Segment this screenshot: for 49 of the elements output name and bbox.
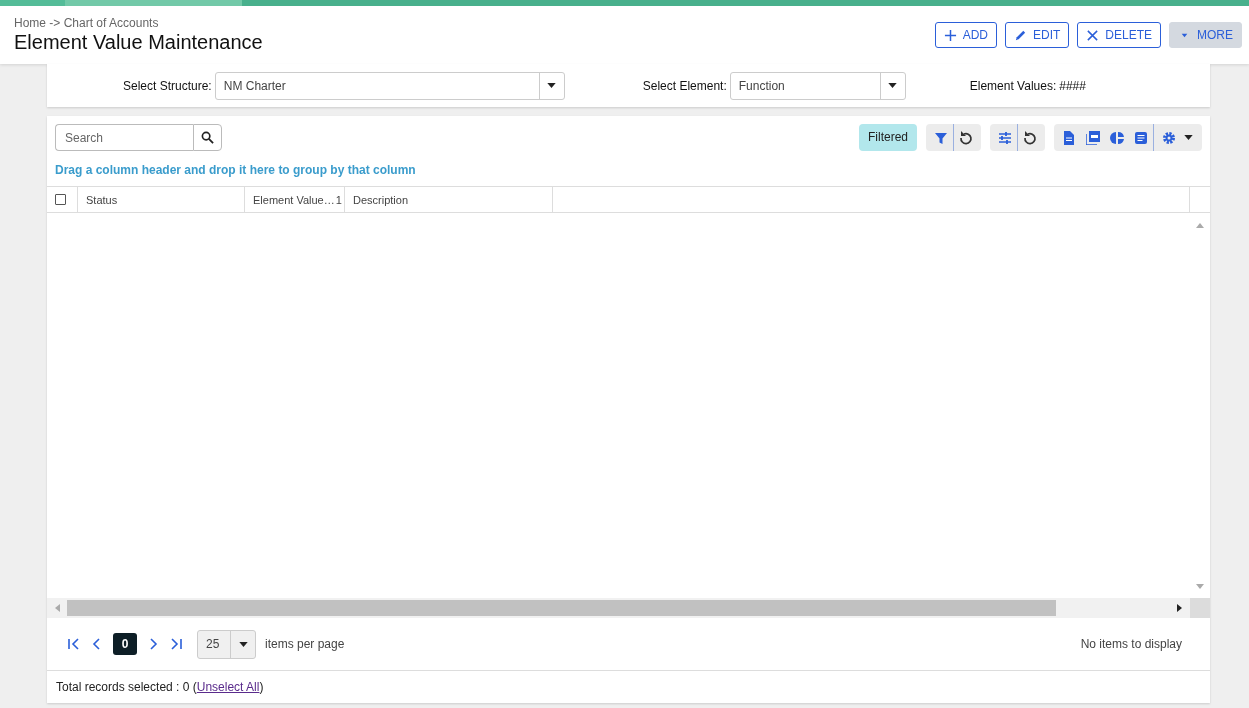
group-hint: Drag a column header and drop it here to group by that column bbox=[55, 163, 416, 177]
field-label: Select Element: bbox=[642, 78, 727, 93]
search-button[interactable] bbox=[193, 124, 222, 151]
list-icon bbox=[1134, 130, 1148, 145]
field-label: Select Structure: bbox=[123, 78, 212, 93]
column-header[interactable]: Status bbox=[86, 193, 118, 206]
edit-button[interactable]: EDIT bbox=[1004, 22, 1070, 48]
caret-icon bbox=[1184, 135, 1193, 140]
first-page-icon[interactable] bbox=[67, 637, 81, 651]
field-label: Element Values: bbox=[969, 78, 1057, 93]
document-icon bbox=[1062, 130, 1076, 145]
pdf-icon bbox=[1086, 130, 1100, 145]
page-size-label: items per page bbox=[265, 637, 345, 651]
count-value: #### bbox=[1059, 78, 1086, 93]
pencil-icon bbox=[1013, 28, 1027, 42]
page-size-dropdown[interactable]: 25 bbox=[197, 629, 256, 659]
scrollbar-thumb[interactable] bbox=[67, 600, 1056, 616]
dropdown[interactable]: NM Charter bbox=[214, 71, 565, 100]
dropdown[interactable]: Function bbox=[729, 71, 906, 100]
pie-chart-icon bbox=[1110, 130, 1124, 145]
caret-icon bbox=[238, 641, 248, 647]
caret-icon bbox=[888, 83, 898, 88]
filtered-badge: Filtered bbox=[859, 124, 917, 151]
sliders-icon bbox=[998, 130, 1012, 145]
caret-icon bbox=[547, 83, 557, 88]
horizontal-scrollbar[interactable] bbox=[47, 598, 1210, 618]
search-icon bbox=[201, 131, 214, 144]
more-button[interactable]: MORE bbox=[1169, 22, 1242, 48]
breadcrumb: Home -> Chart of Accounts bbox=[14, 16, 160, 30]
column-header[interactable]: Element Value… bbox=[253, 193, 335, 206]
add-button[interactable]: ADD bbox=[934, 22, 997, 48]
scroll-right-icon[interactable] bbox=[1177, 604, 1183, 612]
close-icon bbox=[1086, 28, 1100, 42]
selection-summary: Total records selected : 0 (Unselect All) bbox=[56, 680, 264, 694]
select-all-checkbox[interactable] bbox=[55, 194, 66, 205]
current-page[interactable]: 0 bbox=[113, 633, 137, 655]
last-page-icon[interactable] bbox=[169, 637, 183, 651]
column-header[interactable]: Description bbox=[353, 193, 409, 206]
reset-icon bbox=[1023, 130, 1037, 145]
reset-icon bbox=[959, 130, 973, 145]
pager-info: No items to display bbox=[1080, 637, 1182, 651]
search-field[interactable]: Search bbox=[55, 124, 193, 151]
page-title: Element Value Maintenance bbox=[14, 31, 263, 54]
delete-button[interactable]: DELETE bbox=[1077, 22, 1161, 48]
funnel-icon bbox=[934, 130, 948, 145]
settings-icon bbox=[1162, 130, 1176, 145]
scrollbar-corner bbox=[1190, 598, 1210, 618]
plus-icon bbox=[943, 28, 957, 42]
sort-index: 1 bbox=[335, 193, 342, 206]
